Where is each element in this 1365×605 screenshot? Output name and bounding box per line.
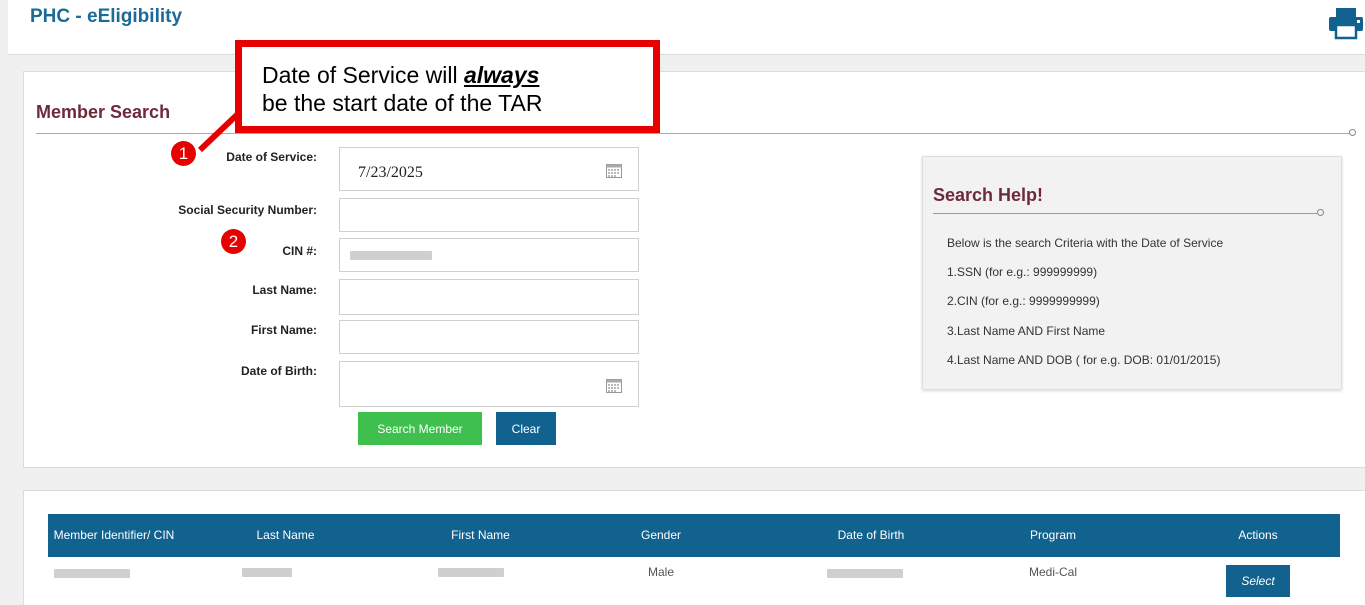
help-line: 4.Last Name AND DOB ( for e.g. DOB: 01/0… <box>947 353 1221 367</box>
redacted-value <box>350 251 432 260</box>
gender-cell: Male <box>647 565 674 579</box>
divider <box>933 213 1317 214</box>
column-header: Actions <box>1238 528 1278 542</box>
help-line: Below is the search Criteria with the Da… <box>947 236 1224 250</box>
calendar-icon[interactable] <box>606 164 622 178</box>
search-help-box: Search Help! Below is the search Criteri… <box>922 156 1342 390</box>
redacted-value <box>827 569 903 578</box>
search-help-title: Search Help! <box>933 185 1044 205</box>
column-header: First Name <box>451 528 510 542</box>
column-header: Member Identifier/ CIN <box>53 528 175 542</box>
column-header: Last Name <box>256 528 315 542</box>
step-marker-2: 2 <box>221 229 246 254</box>
results-table-header: Member Identifier/ CIN Last Name First N… <box>48 514 1340 557</box>
redacted-value <box>242 568 292 577</box>
program-cell: Medi-Cal <box>1028 565 1077 579</box>
divider-end-dot <box>1317 209 1324 216</box>
last-name-input[interactable] <box>339 279 639 315</box>
date-of-birth-label: Date of Birth: <box>241 364 317 378</box>
clear-button[interactable]: Clear <box>496 412 556 445</box>
top-bar: PHC - eEligibility <box>8 0 1365 55</box>
help-line: 3.Last Name AND First Name <box>947 324 1106 338</box>
first-name-input[interactable] <box>339 320 639 354</box>
last-name-label: Last Name: <box>252 283 317 297</box>
search-member-button[interactable]: Search Member <box>358 412 482 445</box>
divider <box>36 133 1350 134</box>
help-line: 1.SSN (for e.g.: 999999999) <box>947 265 1098 279</box>
app-title: PHC - eEligibility <box>30 6 183 27</box>
ssn-input[interactable] <box>339 198 639 232</box>
annotation-line2: be the start date of the TAR <box>262 90 543 116</box>
divider-end-dot <box>1349 129 1356 136</box>
date-of-service-label: Date of Service: <box>226 150 317 164</box>
annotation-emphasis: always <box>463 62 540 88</box>
ssn-label: Social Security Number: <box>178 203 317 217</box>
column-header: Date of Birth <box>837 528 905 542</box>
select-button[interactable]: Select <box>1226 565 1290 597</box>
cin-input[interactable] <box>339 238 639 272</box>
printer-icon[interactable] <box>1328 6 1364 40</box>
date-of-service-value: 7/23/2025 <box>358 164 423 181</box>
annotation-text: Date of Service will always be the start… <box>262 61 542 117</box>
annotation-callout: Date of Service will always be the start… <box>235 40 660 133</box>
redacted-value <box>54 569 130 578</box>
date-of-birth-input[interactable] <box>339 361 639 407</box>
annotation-line1-prefix: Date of Service will <box>262 62 464 88</box>
first-name-label: First Name: <box>250 323 317 337</box>
help-line: 2.CIN (for e.g.: 9999999999) <box>947 294 1100 308</box>
calendar-icon[interactable] <box>606 379 622 393</box>
step-marker-1: 1 <box>171 141 196 166</box>
table-row[interactable]: Male Medi-Cal Select <box>48 557 1340 605</box>
column-header: Gender <box>640 528 682 542</box>
member-search-panel: Member Search Date of Service: 7/23/2025… <box>23 71 1365 468</box>
date-of-service-input[interactable]: 7/23/2025 <box>339 147 639 191</box>
member-search-title: Member Search <box>36 102 171 122</box>
redacted-value <box>438 568 504 577</box>
results-panel: Member Identifier/ CIN Last Name First N… <box>23 490 1365 605</box>
column-header: Program <box>1029 528 1076 542</box>
cin-label: CIN #: <box>282 244 317 258</box>
